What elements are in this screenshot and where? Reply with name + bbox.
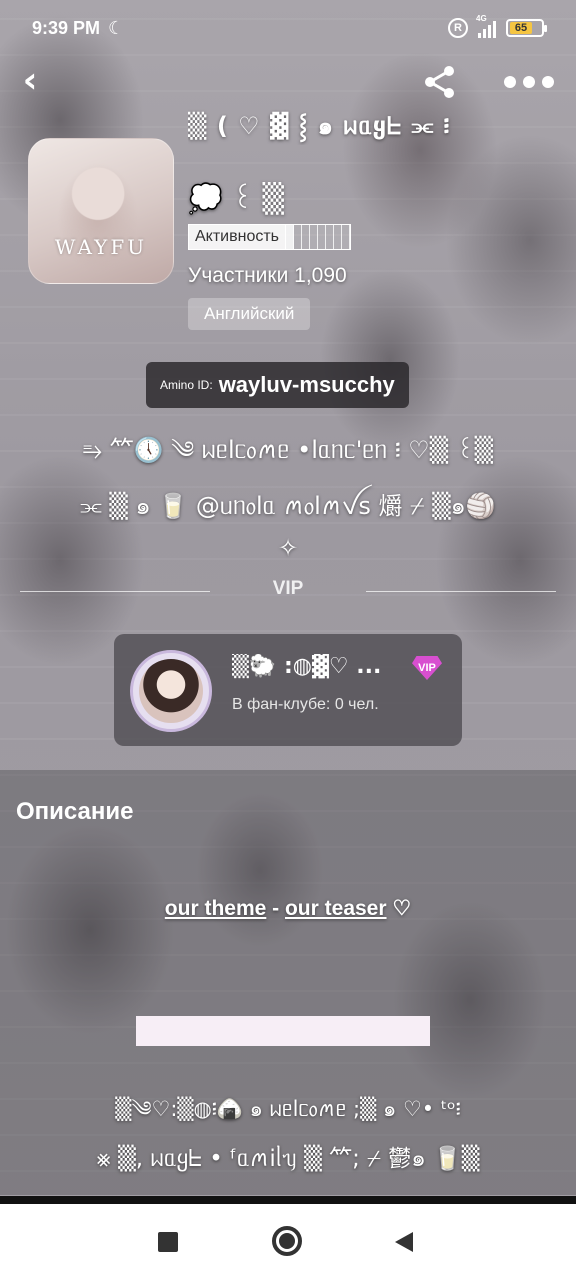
link-separator: - (266, 897, 285, 920)
vip-user-name: ▒🐑 :◍▓♡ ... (232, 654, 382, 679)
home-circle-icon[interactable] (272, 1226, 302, 1256)
vip-divider-label: VIP (272, 578, 304, 599)
status-bar: 9:39 PM ☾ R 4G 65 (0, 0, 576, 56)
sparkle-icon: ✧ (277, 534, 299, 562)
decorative-text-line: ⥱ 𥫗🕔 ༄ ᥕᥱlᥴ᥆ꪔᥱ •lᥲᥒᥴ'ᥱᥒ ፧ ♡▒ ꒰▒ (82, 436, 494, 464)
community-title: ▒ ( ♡ ▓ ⸾ ๑ ᥕᥲყᖶ ⫘ ፧ (188, 112, 451, 140)
signal-icon: 4G (476, 14, 496, 38)
amino-id-label: Amino ID: (160, 378, 213, 392)
heart-icon: ♡ (386, 897, 412, 920)
amino-id-pill[interactable]: Amino ID: wayluv-msucchy (146, 362, 409, 408)
recents-square-icon[interactable] (158, 1232, 178, 1252)
battery-icon: 65 (506, 19, 547, 37)
decorative-text-line: ⫘ ▒ ๑ 🥛 @ᥙᥒ᥆lᥲ ꪔ᥆lꪔꪜs 爝 ⌿ ▒๑🏐 (80, 492, 496, 520)
activity-label: Активность (188, 224, 287, 250)
description-links: our theme - our teaser ♡ (0, 896, 576, 921)
vip-badge-icon: VIP (412, 656, 442, 680)
our-theme-link[interactable]: our theme (165, 897, 267, 920)
amino-id-value: wayluv-msucchy (218, 372, 395, 397)
members-label: Участники (188, 264, 289, 287)
description-heading: Описание (16, 798, 134, 825)
members-count: Участники 1,090 (188, 264, 347, 288)
battery-level: 65 (510, 22, 532, 34)
vip-fanclub-card[interactable]: ▒🐑 :◍▓♡ ... VIP В фан-клубе: 0 чел. (114, 634, 462, 746)
our-teaser-link[interactable]: our teaser (285, 897, 387, 920)
activity-meter: Активность (188, 224, 352, 250)
status-time: 9:39 PM (32, 17, 101, 38)
network-type: 4G (476, 14, 487, 23)
members-number: 1,090 (294, 264, 347, 287)
community-subtitle: 💭 ꒰ ▒ (188, 182, 285, 215)
banner-placeholder (136, 1016, 430, 1046)
registered-icon: R (448, 18, 468, 38)
decorative-text-line: ⨳ ▒, ᥕᥲყᖶ • ᶠᥲꪔiᥣᥡ ▒ 𥫗; ⌿ 鬱๑ 🥛▒ (96, 1146, 480, 1172)
fanclub-members-count: В фан-клубе: 0 чел. (232, 696, 379, 713)
community-icon[interactable]: WAYFU (28, 138, 174, 284)
vip-divider: VIP (0, 578, 576, 606)
language-badge: Английский (188, 298, 311, 330)
moon-icon: ☾ (108, 17, 125, 38)
back-triangle-icon[interactable] (395, 1232, 413, 1252)
avatar[interactable] (130, 650, 212, 732)
share-icon[interactable] (422, 64, 458, 100)
system-navigation-bar (0, 1196, 576, 1280)
community-icon-text: WAYFU (54, 235, 148, 259)
back-arrow-icon[interactable]: ‹ (12, 63, 48, 100)
activity-bar (286, 224, 352, 250)
more-options-icon[interactable] (504, 64, 554, 100)
